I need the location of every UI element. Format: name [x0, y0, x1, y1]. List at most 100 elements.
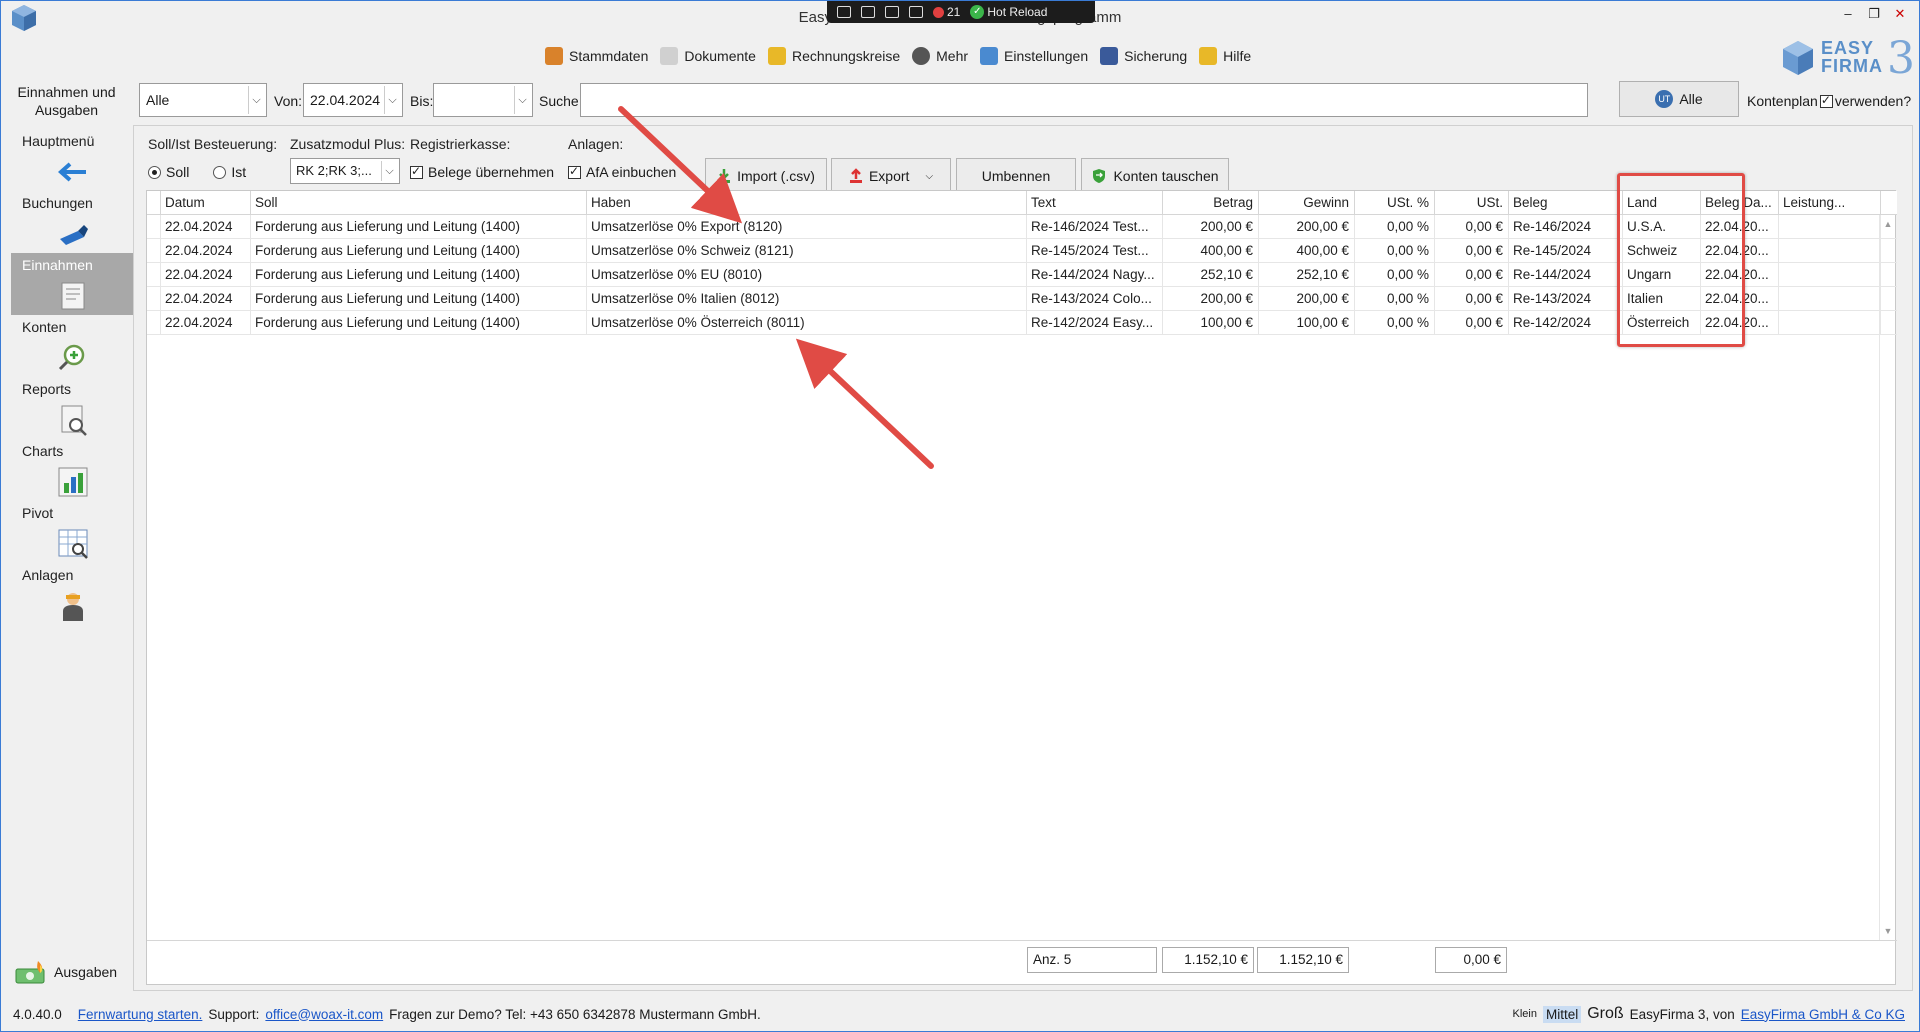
umbennen-button[interactable]: Umbennen	[956, 158, 1076, 194]
column-header-leistung[interactable]: Leistung...	[1779, 191, 1881, 215]
sidebar-item-buchungen[interactable]: Buchungen	[11, 191, 133, 253]
cell-soll[interactable]: Forderung aus Lieferung und Leitung (140…	[251, 263, 587, 287]
cell-soll[interactable]: Forderung aus Lieferung und Leitung (140…	[251, 311, 587, 335]
scroll-down-icon[interactable]: ▼	[1880, 926, 1896, 936]
bis-date-picker[interactable]: ⌵	[433, 83, 533, 117]
cell-ust[interactable]: 0,00 €	[1435, 263, 1509, 287]
cell-haben[interactable]: Umsatzerlöse 0% Schweiz (8121)	[587, 239, 1027, 263]
sidebar-item-einnahmen[interactable]: Einnahmen	[11, 253, 133, 315]
cell-datum[interactable]: 22.04.2024	[161, 263, 251, 287]
cell-ust[interactable]: 0,00 €	[1435, 239, 1509, 263]
cell-leistung[interactable]	[1779, 263, 1881, 287]
size-mittel-button[interactable]: Mittel	[1542, 1005, 1582, 1023]
cell-leistung[interactable]	[1779, 239, 1881, 263]
column-header-soll[interactable]: Soll	[251, 191, 587, 215]
sidebar-item-pivot[interactable]: Pivot	[11, 501, 133, 563]
column-header-betrag[interactable]: Betrag	[1163, 191, 1259, 215]
menu-stammdaten[interactable]: Stammdaten	[545, 47, 648, 65]
cell-text[interactable]: Re-142/2024 Easy...	[1027, 311, 1163, 335]
cell-datum[interactable]: 22.04.2024	[161, 215, 251, 239]
column-header-text[interactable]: Text	[1027, 191, 1163, 215]
zusatzmodul-select[interactable]: RK 2;RK 3;... ⌵	[290, 158, 400, 184]
cell-beleg[interactable]: Re-142/2024	[1509, 311, 1623, 335]
live-tree-icon[interactable]	[837, 6, 851, 18]
scope-select[interactable]: Alle ⌵	[139, 83, 267, 117]
track-focus-icon[interactable]	[909, 6, 923, 18]
column-header-haben[interactable]: Haben	[587, 191, 1027, 215]
cell-gewinn[interactable]: 100,00 €	[1259, 311, 1355, 335]
cell-ust[interactable]: 0,00 %	[1355, 263, 1435, 287]
row-selector[interactable]	[147, 287, 161, 311]
scroll-up-icon[interactable]: ▲	[1880, 219, 1896, 229]
von-date-picker[interactable]: 22.04.2024 ⌵	[303, 83, 403, 117]
cell-beleg[interactable]: Re-143/2024	[1509, 287, 1623, 311]
cell-text[interactable]: Re-145/2024 Test...	[1027, 239, 1163, 263]
maximize-button[interactable]: ❐	[1863, 5, 1885, 23]
column-header-ust[interactable]: USt.	[1435, 191, 1509, 215]
row-selector[interactable]	[147, 239, 161, 263]
menu-mehr[interactable]: Mehr	[912, 47, 968, 65]
cell-ust[interactable]: 0,00 €	[1435, 287, 1509, 311]
cell-ust[interactable]: 0,00 %	[1355, 215, 1435, 239]
vertical-scrollbar[interactable]: ▲ ▼	[1879, 215, 1895, 940]
cell-soll[interactable]: Forderung aus Lieferung und Leitung (140…	[251, 215, 587, 239]
column-header-ust[interactable]: USt. %	[1355, 191, 1435, 215]
cell-haben[interactable]: Umsatzerlöse 0% Italien (8012)	[587, 287, 1027, 311]
cell-haben[interactable]: Umsatzerlöse 0% Export (8120)	[587, 215, 1027, 239]
hot-reload-status[interactable]: ✓ Hot Reload	[970, 5, 1047, 19]
menu-hilfe[interactable]: Hilfe	[1199, 47, 1251, 65]
cell-betrag[interactable]: 252,10 €	[1163, 263, 1259, 287]
column-header-gewinn[interactable]: Gewinn	[1259, 191, 1355, 215]
cell-beleg[interactable]: Re-144/2024	[1509, 263, 1623, 287]
cell-leistung[interactable]	[1779, 215, 1881, 239]
ist-radio[interactable]	[213, 165, 227, 179]
cell-ust[interactable]: 0,00 €	[1435, 311, 1509, 335]
select-element-icon[interactable]	[861, 6, 875, 18]
belege-checkbox[interactable]	[410, 164, 423, 179]
minimize-button[interactable]: –	[1837, 5, 1859, 23]
close-button[interactable]: ✕	[1889, 5, 1911, 23]
row-selector[interactable]	[147, 215, 161, 239]
alle-button[interactable]: UT Alle	[1619, 81, 1739, 117]
cell-soll[interactable]: Forderung aus Lieferung und Leitung (140…	[251, 287, 587, 311]
cell-text[interactable]: Re-144/2024 Nagy...	[1027, 263, 1163, 287]
cell-text[interactable]: Re-143/2024 Colo...	[1027, 287, 1163, 311]
sidebar-item-ausgaben[interactable]: Ausgaben	[14, 957, 117, 987]
cell-ust[interactable]: 0,00 %	[1355, 287, 1435, 311]
cell-soll[interactable]: Forderung aus Lieferung und Leitung (140…	[251, 239, 587, 263]
size-klein-button[interactable]: Klein	[1512, 1008, 1536, 1020]
afa-checkbox[interactable]	[568, 164, 581, 179]
cell-datum[interactable]: 22.04.2024	[161, 311, 251, 335]
cell-gewinn[interactable]: 200,00 €	[1259, 215, 1355, 239]
display-layout-icon[interactable]	[885, 6, 899, 18]
cell-ust[interactable]: 0,00 %	[1355, 311, 1435, 335]
cell-betrag[interactable]: 100,00 €	[1163, 311, 1259, 335]
menu-dokumente[interactable]: Dokumente	[660, 47, 756, 65]
menu-sicherung[interactable]: Sicherung	[1100, 47, 1187, 65]
cell-gewinn[interactable]: 200,00 €	[1259, 287, 1355, 311]
cell-ust[interactable]: 0,00 €	[1435, 215, 1509, 239]
cell-gewinn[interactable]: 400,00 €	[1259, 239, 1355, 263]
row-selector[interactable]	[147, 311, 161, 335]
cell-betrag[interactable]: 200,00 €	[1163, 287, 1259, 311]
cell-haben[interactable]: Umsatzerlöse 0% Österreich (8011)	[587, 311, 1027, 335]
soll-radio[interactable]	[148, 165, 161, 179]
sidebar-item-anlagen[interactable]: Anlagen	[11, 563, 133, 625]
cell-text[interactable]: Re-146/2024 Test...	[1027, 215, 1163, 239]
kontenplan-checkbox[interactable]	[1819, 93, 1833, 108]
company-link[interactable]: EasyFirma GmbH & Co KG	[1741, 1007, 1905, 1022]
binding-failures-badge[interactable]: 21	[933, 5, 960, 19]
fernwartung-link[interactable]: Fernwartung starten.	[78, 1007, 203, 1022]
cell-ust[interactable]: 0,00 %	[1355, 239, 1435, 263]
search-input[interactable]	[580, 83, 1588, 117]
column-header-datum[interactable]: Datum	[161, 191, 251, 215]
row-selector[interactable]	[147, 263, 161, 287]
cell-beleg[interactable]: Re-145/2024	[1509, 239, 1623, 263]
cell-datum[interactable]: 22.04.2024	[161, 287, 251, 311]
cell-leistung[interactable]	[1779, 311, 1881, 335]
sidebar-item-reports[interactable]: Reports	[11, 377, 133, 439]
export-button[interactable]: Export ⌵	[831, 158, 951, 194]
cell-gewinn[interactable]: 252,10 €	[1259, 263, 1355, 287]
menu-einstellungen[interactable]: Einstellungen	[980, 47, 1088, 65]
support-email-link[interactable]: office@woax-it.com	[265, 1007, 383, 1022]
